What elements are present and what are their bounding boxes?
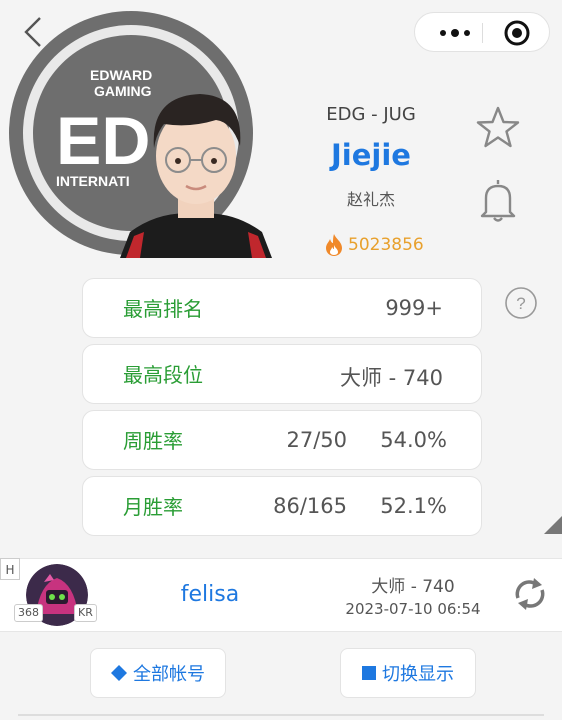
diamond-icon <box>111 665 127 681</box>
stat-card-weekly-winrate: 周胜率 27/50 54.0% <box>82 410 482 470</box>
refresh-icon[interactable] <box>510 576 550 612</box>
fire-icon <box>326 234 342 256</box>
star-icon[interactable] <box>474 104 522 152</box>
account-name[interactable]: felisa <box>150 582 270 607</box>
player-real-name: 赵礼杰 <box>346 190 395 209</box>
bottom-divider <box>18 714 544 716</box>
account-level: 368 <box>14 604 43 622</box>
account-region: KR <box>74 604 97 622</box>
account-rank: 大师 - 740 <box>371 577 455 597</box>
square-icon <box>362 666 376 680</box>
stat-label: 最高段位 <box>123 363 203 387</box>
logo-line-1: EDWARD <box>90 67 152 83</box>
account-badge: H <box>0 558 20 580</box>
stat-value: 999+ <box>385 296 443 320</box>
switch-display-button[interactable]: 切换显示 <box>340 648 476 698</box>
corner-triangle-icon <box>544 516 562 534</box>
bell-icon[interactable] <box>474 176 522 224</box>
stat-card-highest-tier: 最高段位 大师 - 740 <box>82 344 482 404</box>
help-glyph: ? <box>516 294 525 313</box>
team-role: EDG - JUG <box>326 104 416 125</box>
more-dots-icon[interactable] <box>433 13 477 53</box>
logo-line-4: INTERNATI <box>56 173 130 189</box>
capsule-menu <box>414 12 550 52</box>
heat-score-value: 5023856 <box>348 235 424 255</box>
heat-score: 5023856 <box>324 232 424 258</box>
account-updated-time: 2023-07-10 06:54 <box>345 600 481 618</box>
stat-rate: 54.0% <box>380 428 447 452</box>
stat-label: 周胜率 <box>123 429 183 453</box>
target-icon[interactable] <box>503 19 531 47</box>
player-id: Jiejie <box>331 138 411 172</box>
switch-display-label: 切换显示 <box>382 664 454 685</box>
stat-record: 27/50 <box>286 428 347 452</box>
stat-value: 大师 - 740 <box>339 366 443 390</box>
question-icon[interactable]: ? <box>504 286 538 320</box>
stat-card-monthly-winrate: 月胜率 86/165 52.1% <box>82 476 482 536</box>
capsule-divider <box>482 23 483 43</box>
stat-label: 月胜率 <box>123 495 183 519</box>
stat-record: 86/165 <box>273 494 347 518</box>
stat-rate: 52.1% <box>380 494 447 518</box>
stat-card-highest-ranking: 最高排名 999+ <box>82 278 482 338</box>
all-accounts-button[interactable]: 全部帐号 <box>90 648 226 698</box>
player-portrait <box>120 94 272 258</box>
stat-label: 最高排名 <box>123 297 203 321</box>
all-accounts-label: 全部帐号 <box>133 664 205 685</box>
